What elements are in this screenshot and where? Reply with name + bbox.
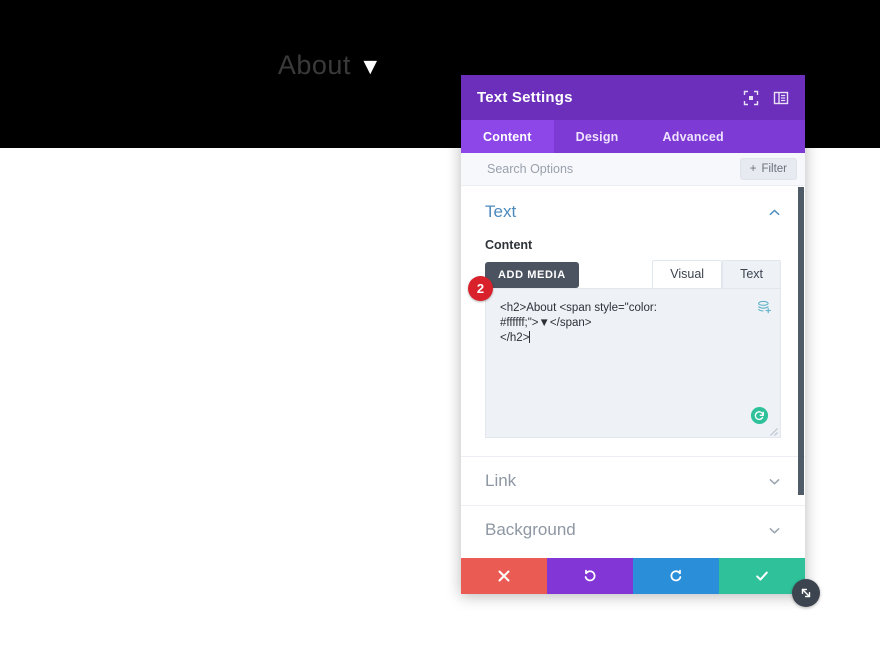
modal-scrollbar-thumb[interactable]	[798, 187, 804, 495]
add-layer-icon[interactable]	[757, 300, 772, 315]
text-caret	[529, 331, 531, 343]
filter-button[interactable]: + Filter	[739, 158, 797, 180]
text-settings-modal: Text Settings Content Design Advanced Se…	[461, 75, 805, 594]
section-background[interactable]: Background	[461, 505, 805, 554]
content-field: Content ADD MEDIA Visual Text 2 <h2>Abou…	[461, 238, 805, 456]
content-editor-wrap: 2 <h2>About <span style="color: #ffffff;…	[468, 276, 781, 438]
section-link[interactable]: Link	[461, 456, 805, 505]
editor-mode-tabs: Visual Text	[652, 260, 781, 288]
modal-body: Text Content ADD MEDIA Visual Text 2 <h2…	[461, 186, 805, 558]
modal-header-actions	[743, 90, 789, 106]
search-input[interactable]	[485, 161, 740, 177]
modal-header: Text Settings	[461, 75, 805, 120]
modal-tab-bar: Content Design Advanced	[461, 120, 805, 153]
content-textarea-line-2: </h2>	[500, 332, 530, 344]
step-badge-2: 2	[468, 276, 493, 301]
chevron-down-icon[interactable]	[768, 475, 781, 488]
modal-footer	[461, 558, 805, 594]
modal-scrollbar-track[interactable]	[797, 186, 805, 558]
modal-resize-handle[interactable]	[792, 579, 820, 607]
add-media-button[interactable]: ADD MEDIA	[485, 262, 579, 288]
editor-tab-visual[interactable]: Visual	[652, 260, 723, 288]
close-icon	[498, 570, 510, 582]
undo-icon	[584, 569, 596, 582]
tab-advanced[interactable]: Advanced	[641, 120, 746, 153]
content-textarea-line-1: <h2>About <span style="color: #ffffff;">…	[500, 302, 657, 329]
fullscreen-icon[interactable]	[743, 90, 759, 106]
redo-button[interactable]	[633, 558, 719, 594]
search-options-bar: + Filter	[461, 153, 805, 186]
tab-content[interactable]: Content	[461, 120, 554, 153]
section-background-title: Background	[485, 520, 576, 539]
redo-icon	[670, 569, 682, 582]
caret-down-icon: ▼	[358, 53, 383, 79]
section-link-title: Link	[485, 471, 517, 490]
page-title-text: About	[277, 50, 351, 80]
undo-button[interactable]	[547, 558, 633, 594]
chevron-up-icon[interactable]	[768, 206, 781, 219]
content-field-spacer	[485, 438, 781, 456]
check-icon	[756, 571, 768, 581]
section-text: Text Content ADD MEDIA Visual Text 2 <h2…	[461, 186, 805, 456]
content-field-label: Content	[485, 238, 533, 252]
section-text-header[interactable]: Text	[461, 186, 805, 232]
cancel-button[interactable]	[461, 558, 547, 594]
plus-icon: +	[749, 163, 757, 175]
diagonal-resize-icon	[801, 588, 811, 598]
tab-design[interactable]: Design	[554, 120, 641, 153]
textarea-resize-grip[interactable]	[769, 426, 778, 436]
section-text-title: Text	[485, 202, 517, 221]
chevron-down-icon[interactable]	[768, 524, 781, 537]
editor-toolbar: ADD MEDIA Visual Text	[485, 260, 781, 288]
content-textarea[interactable]: <h2>About <span style="color: #ffffff;">…	[485, 288, 781, 438]
editor-tab-text[interactable]: Text	[722, 260, 781, 288]
layout-panel-icon[interactable]	[773, 90, 789, 106]
reload-icon[interactable]	[750, 406, 769, 425]
modal-title: Text Settings	[477, 89, 573, 106]
filter-button-label: Filter	[761, 163, 787, 175]
